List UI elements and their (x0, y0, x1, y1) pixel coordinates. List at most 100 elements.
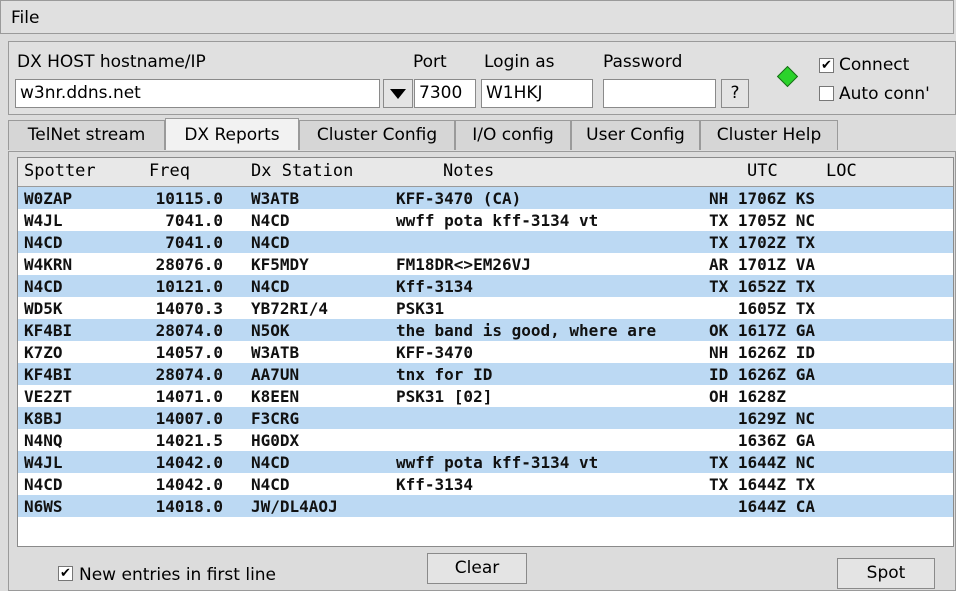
hostname-dropdown-button[interactable] (383, 79, 413, 108)
cell-notes: PSK31 (396, 299, 445, 318)
cell-utc: NH 1706Z KS (709, 189, 815, 208)
header-loc[interactable]: LOC (826, 161, 857, 181)
cell-spotter: WD5K (24, 299, 63, 318)
cell-freq: 14071.0 (155, 387, 223, 406)
tab-dx-reports[interactable]: DX Reports (165, 118, 299, 150)
autoconn-label: Auto conn' (839, 84, 930, 104)
table-row[interactable]: N4NQ 14021.5 HG0DX 1636Z GA (18, 429, 953, 451)
cell-spotter: W0ZAP (24, 189, 73, 208)
tab-telnet-stream[interactable]: TelNet stream (8, 120, 165, 150)
connect-checkbox[interactable]: ✔ (819, 58, 834, 73)
cell-dx: W3ATB (251, 343, 300, 362)
cell-dx: N4CD (251, 277, 290, 296)
table-row[interactable]: N4CD 7041.0 N4CD TX 1702Z TX (18, 231, 953, 253)
table-row[interactable]: KF4BI 28074.0 N5OK the band is good, where … (18, 319, 953, 341)
cell-freq: 10115.0 (155, 189, 223, 208)
tab-cluster-config[interactable]: Cluster Config (299, 120, 455, 150)
cell-notes: the band is good, where are (396, 321, 657, 340)
password-label: Password (603, 52, 683, 72)
dx-host-panel: DX HOST hostname/IP w3nr.ddns.net Port 7… (8, 41, 956, 115)
cell-freq: 28074.0 (155, 365, 223, 384)
connection-status-indicator (776, 65, 799, 88)
spot-button[interactable]: Spot (837, 558, 935, 589)
table-body: W0ZAP 10115.0 W3ATB KFF-3470 (CA) NH 1706Z K… (18, 187, 953, 517)
cell-spotter: VE2ZT (24, 387, 73, 406)
cell-dx: N5OK (251, 321, 290, 340)
cell-freq: 14057.0 (155, 343, 223, 362)
cell-notes: PSK31 [02] (396, 387, 493, 406)
cell-utc: 1636Z GA (709, 431, 815, 450)
cell-freq: 7041.0 (165, 211, 223, 230)
menu-file[interactable]: File (11, 8, 39, 28)
table-row[interactable]: K7ZO 14057.0 W3ATB KFF-3470 NH 1626Z ID (18, 341, 953, 363)
cell-dx: YB72RI/4 (251, 299, 329, 318)
cell-dx: N4CD (251, 233, 290, 252)
cell-utc: 1644Z CA (709, 497, 815, 516)
cell-spotter: KF4BI (24, 365, 73, 384)
cell-notes: KFF-3470 (CA) (396, 189, 522, 208)
table-row[interactable]: W4JL 7041.0 N4CD wwff pota kff-3134 vt TX 17… (18, 209, 953, 231)
hostname-label: DX HOST hostname/IP (17, 52, 206, 72)
cell-freq: 14021.5 (155, 431, 223, 450)
menu-bar: File (0, 0, 954, 34)
login-input[interactable]: W1HKJ (481, 79, 593, 108)
new-entries-label: New entries in first line (79, 565, 277, 585)
header-spotter[interactable]: Spotter (24, 161, 96, 181)
cell-spotter: N4CD (24, 475, 63, 494)
new-entries-checkbox[interactable]: ✔ (58, 566, 73, 581)
cell-spotter: K7ZO (24, 343, 63, 362)
chevron-down-icon (390, 89, 406, 99)
table-row[interactable]: N6WS 14018.0 JW/DL4AOJ 1644Z CA (18, 495, 953, 517)
cell-notes: tnx for ID (396, 365, 493, 384)
tab-cluster-help[interactable]: Cluster Help (700, 120, 838, 150)
cell-utc: TX 1652Z TX (709, 277, 815, 296)
port-input[interactable]: 7300 (414, 79, 476, 108)
table-row[interactable]: W4JL 14042.0 N4CD wwff pota kff-3134 vt TX 1… (18, 451, 953, 473)
cell-notes: Kff-3134 (396, 277, 474, 296)
cell-dx: K8EEN (251, 387, 300, 406)
cell-notes: wwff pota kff-3134 vt (396, 453, 599, 472)
cell-dx: N4CD (251, 453, 290, 472)
cell-utc: OH 1628Z (709, 387, 787, 406)
cell-freq: 10121.0 (155, 277, 223, 296)
cell-dx: N4CD (251, 475, 290, 494)
table-row[interactable]: KF4BI 28074.0 AA7UN tnx for ID ID 1626Z GA (18, 363, 953, 385)
hostname-input[interactable]: w3nr.ddns.net (15, 79, 380, 108)
table-row[interactable]: VE2ZT 14071.0 K8EEN PSK31 [02] OH 1628Z (18, 385, 953, 407)
cell-spotter: N4CD (24, 233, 63, 252)
cell-dx: N4CD (251, 211, 290, 230)
tab-user-config[interactable]: User Config (571, 120, 700, 150)
table-row[interactable]: W4KRN 28076.0 KF5MDY FM18DR<>EM26VJ AR 1701Z… (18, 253, 953, 275)
header-dx-station[interactable]: Dx Station (251, 161, 353, 181)
cell-utc: OK 1617Z GA (709, 321, 815, 340)
table-row[interactable]: WD5K 14070.3 YB72RI/4 PSK31 1605Z TX (18, 297, 953, 319)
cell-spotter: N4CD (24, 277, 63, 296)
cell-dx: HG0DX (251, 431, 300, 450)
cell-freq: 28076.0 (155, 255, 223, 274)
table-row[interactable]: N4CD 14042.0 N4CD Kff-3134 TX 1644Z TX (18, 473, 953, 495)
help-button[interactable]: ? (721, 79, 749, 108)
clear-button[interactable]: Clear (427, 553, 527, 584)
cell-dx: JW/DL4AOJ (251, 497, 338, 516)
table-row[interactable]: K8BJ 14007.0 F3CRG 1629Z NC (18, 407, 953, 429)
dx-reports-table[interactable]: Spotter Freq Dx Station Notes UTC LOC W0… (17, 157, 954, 547)
password-input[interactable] (603, 79, 716, 108)
cell-utc: ID 1626Z GA (709, 365, 815, 384)
cell-dx: F3CRG (251, 409, 300, 428)
autoconn-checkbox[interactable] (819, 86, 834, 101)
header-utc[interactable]: UTC (747, 161, 778, 181)
cell-utc: TX 1644Z NC (709, 453, 815, 472)
header-notes[interactable]: Notes (443, 161, 494, 181)
cell-notes: wwff pota kff-3134 vt (396, 211, 599, 230)
cell-freq: 14018.0 (155, 497, 223, 516)
cell-freq: 14007.0 (155, 409, 223, 428)
tab-io-config[interactable]: I/O config (455, 120, 571, 150)
table-row[interactable]: N4CD 10121.0 N4CD Kff-3134 TX 1652Z TX (18, 275, 953, 297)
header-freq[interactable]: Freq (149, 161, 190, 181)
cell-utc: TX 1705Z NC (709, 211, 815, 230)
table-row[interactable]: W0ZAP 10115.0 W3ATB KFF-3470 (CA) NH 1706Z K… (18, 187, 953, 209)
cell-utc: 1629Z NC (709, 409, 815, 428)
cell-freq: 7041.0 (165, 233, 223, 252)
cell-freq: 14042.0 (155, 453, 223, 472)
cell-freq: 14070.3 (155, 299, 223, 318)
